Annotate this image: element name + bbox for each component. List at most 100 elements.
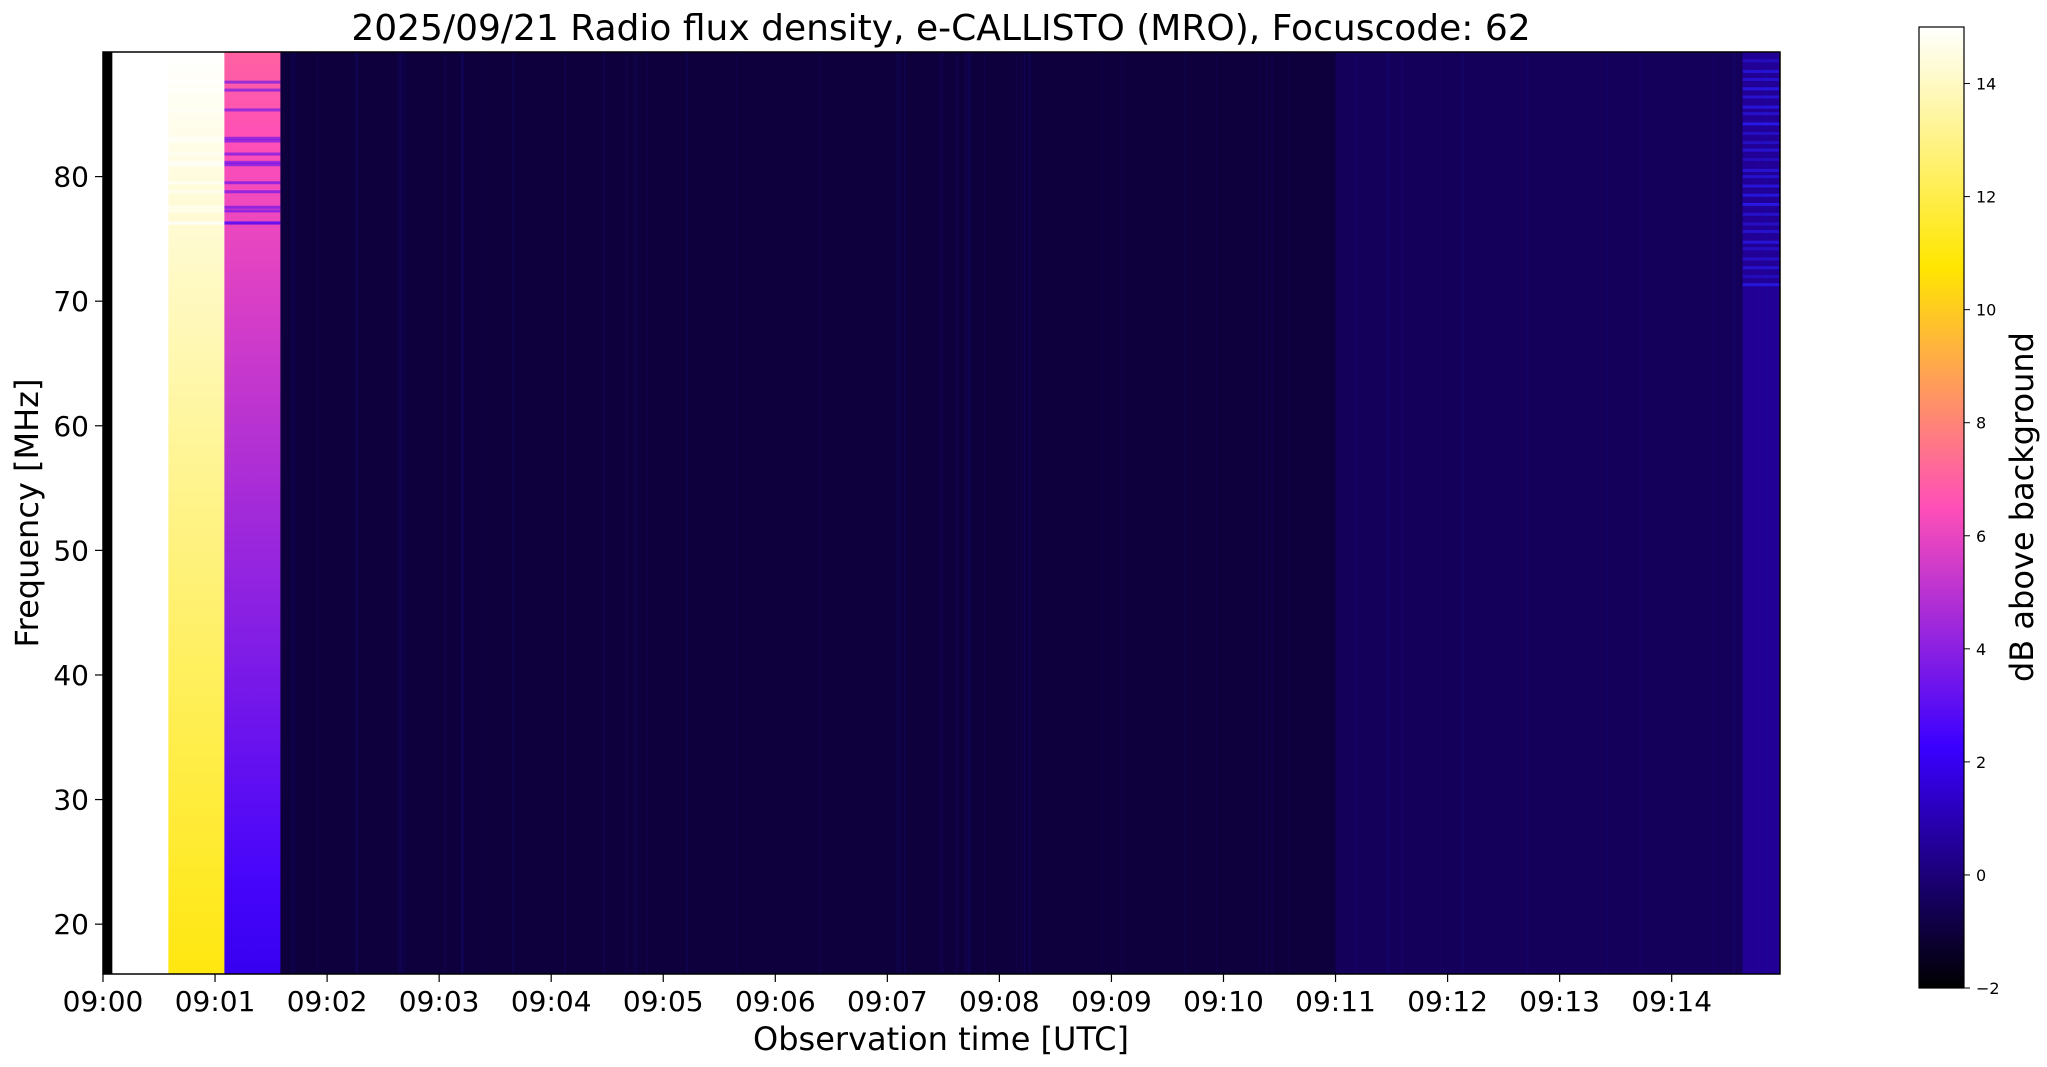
noise-streak (964, 52, 968, 974)
colorbar-tick-label: 12 (1976, 188, 1996, 207)
channel-stripe (1742, 283, 1780, 287)
noise-streak (956, 52, 959, 974)
noise-streak (685, 52, 689, 974)
noise-streak (1287, 52, 1290, 974)
y-tick-label: 70 (53, 285, 89, 318)
noise-streak (1015, 52, 1018, 974)
x-tick-label: 09:05 (623, 985, 704, 1018)
noise-streak (625, 52, 628, 974)
x-tick-label: 09:08 (959, 985, 1040, 1018)
colorbar-tick-label: 14 (1976, 75, 1996, 94)
channel-stripe (168, 190, 225, 194)
channel-stripe (224, 139, 281, 143)
noise-streak (1385, 52, 1388, 974)
noise-streak (1184, 52, 1187, 974)
noise-streak (983, 52, 986, 974)
channel-stripe (168, 205, 225, 209)
noise-streak (485, 52, 487, 974)
noise-streak (1355, 52, 1358, 974)
y-tick-label: 30 (53, 784, 89, 817)
channel-stripe (1742, 230, 1780, 234)
colorbar-tick-label: 6 (1976, 527, 1986, 546)
noise-streak (1216, 52, 1218, 974)
noise-streak (1461, 52, 1464, 974)
colorbar-tick-label: 0 (1976, 866, 1986, 885)
channel-stripe (224, 88, 281, 92)
channel-stripe (1742, 247, 1780, 251)
channel-stripe (1742, 202, 1780, 206)
noise-streak (316, 52, 319, 974)
noise-streak (460, 52, 464, 974)
spectrogram-band (103, 52, 113, 974)
channel-stripe (1742, 257, 1780, 261)
channel-stripe (1742, 222, 1780, 226)
noise-streak (1639, 52, 1642, 974)
channel-stripe (224, 163, 281, 167)
noise-streak (1606, 52, 1609, 974)
channel-stripe (1742, 266, 1780, 270)
y-tick-label: 40 (53, 659, 89, 692)
noise-streak (399, 52, 403, 974)
channel-stripe (224, 152, 281, 156)
channel-stripe (224, 190, 281, 194)
x-axis-label: Observation time [UTC] (753, 1020, 1129, 1058)
spectrogram-figure: 2025/09/21 Radio flux density, e-CALLIST… (8, 8, 2041, 1058)
channel-stripe (1742, 148, 1780, 152)
x-tick-label: 09:13 (1519, 985, 1600, 1018)
channel-stripe (1742, 131, 1780, 135)
y-tick-label: 50 (53, 534, 89, 567)
noise-streak (941, 52, 944, 974)
noise-streak (967, 52, 971, 974)
colorbar-tick-label: 10 (1976, 301, 1996, 320)
channel-stripe (1742, 274, 1780, 278)
channel-stripe (224, 205, 281, 209)
noise-streak (1712, 52, 1715, 974)
x-tick-label: 09:00 (63, 985, 144, 1018)
x-tick-label: 09:02 (287, 985, 368, 1018)
y-axis-label: Frequency [MHz] (8, 379, 46, 648)
chart-title: 2025/09/21 Radio flux density, e-CALLIST… (351, 8, 1530, 49)
channel-stripe (168, 209, 225, 213)
channel-stripe (1742, 87, 1780, 91)
noise-streak (1624, 52, 1626, 974)
noise-streak (290, 52, 293, 974)
noise-streak (635, 52, 638, 974)
noise-streak (1758, 52, 1761, 974)
channel-stripe (1742, 184, 1780, 188)
noise-streak (736, 52, 738, 974)
channel-stripe (1742, 122, 1780, 126)
noise-streak (1401, 52, 1404, 974)
noise-streak (1266, 52, 1268, 974)
channel-stripe (168, 181, 225, 185)
channel-stripe (168, 163, 225, 167)
x-tick-label: 09:10 (1183, 985, 1264, 1018)
colorbar-gradient (1918, 26, 1965, 989)
spectrogram-band (1742, 52, 1780, 974)
x-tick-label: 09:03 (399, 985, 480, 1018)
colorbar-ticks: −2 0 2 4 6 8 10 12 14 (1964, 75, 2000, 998)
x-axis: 09:00 09:01 09:02 09:03 09:04 09:05 09:06 09:07… (63, 974, 1712, 1018)
x-tick-label: 09:11 (1295, 985, 1376, 1018)
colorbar-label: dB above background (2003, 332, 2041, 682)
channel-stripe (168, 136, 225, 140)
noise-streak (603, 52, 605, 974)
noise-streak (1023, 52, 1026, 974)
noise-streak (355, 52, 359, 974)
channel-stripe (1742, 69, 1780, 73)
channel-stripe (168, 152, 225, 156)
noise-streak (1259, 52, 1261, 974)
spectrogram-bands (103, 52, 1780, 974)
noise-streak (1732, 52, 1736, 974)
noise-streak (646, 52, 649, 974)
noise-streak (1439, 52, 1442, 974)
spectrogram-band (1335, 52, 1744, 974)
x-tick-label: 09:14 (1631, 985, 1712, 1018)
noise-streak (896, 52, 899, 974)
channel-stripe (1742, 141, 1780, 145)
channel-stripe (168, 80, 225, 84)
channel-stripe (1742, 59, 1780, 63)
noise-streak (564, 52, 566, 974)
channel-stripe (1742, 77, 1780, 81)
spectrogram-band (280, 52, 1337, 974)
noise-streak (632, 52, 636, 974)
